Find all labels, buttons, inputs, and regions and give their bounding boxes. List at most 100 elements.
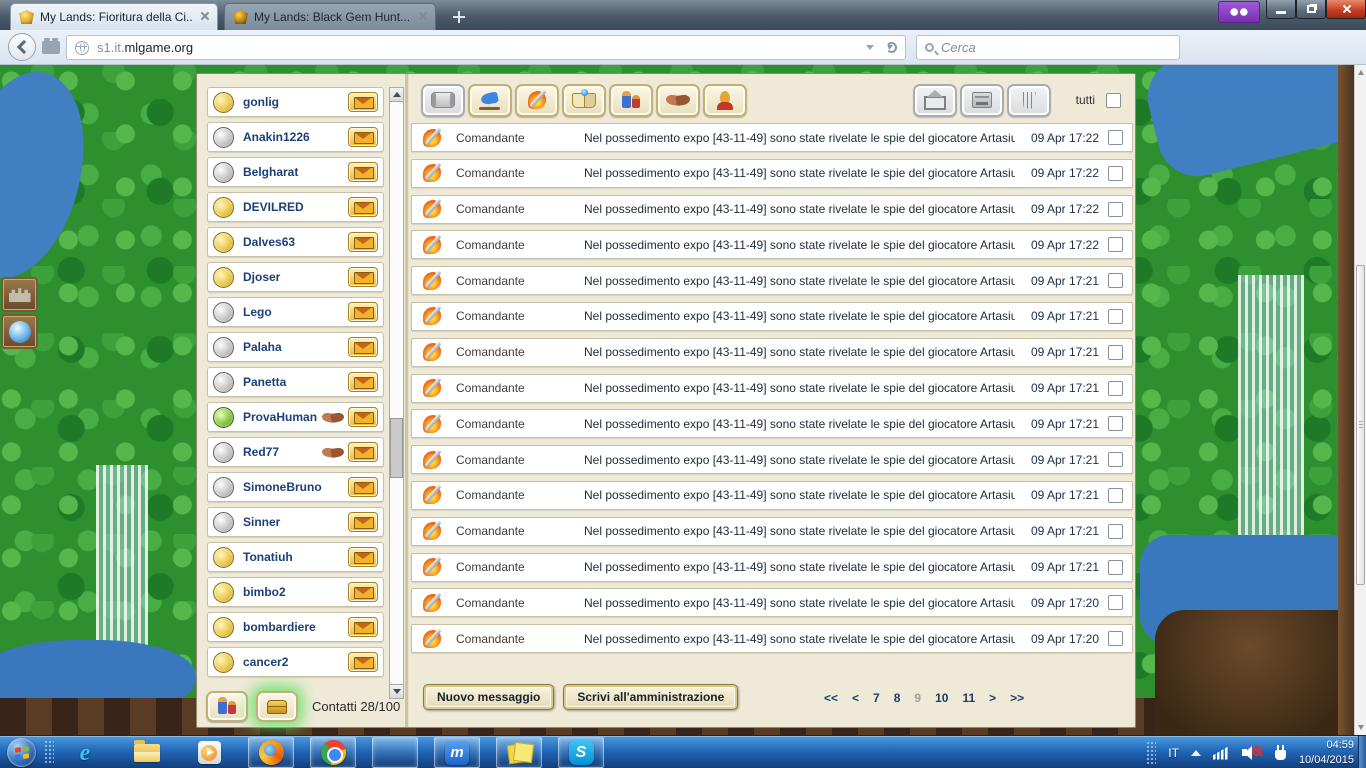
search-input[interactable] — [941, 40, 1141, 55]
hidden-icons-arrow[interactable] — [1191, 750, 1201, 756]
contact-row[interactable]: cancer2 — [207, 647, 384, 677]
tab-mylands-fioritura[interactable]: My Lands: Fioritura della Ci... — [10, 3, 218, 30]
message-checkbox[interactable] — [1108, 381, 1123, 396]
back-button[interactable] — [8, 33, 36, 61]
commander-button[interactable] — [703, 84, 747, 117]
power-plug-icon[interactable] — [1274, 745, 1287, 761]
contacts-people-button[interactable] — [206, 691, 248, 722]
scroll-up-button[interactable] — [390, 88, 403, 102]
send-message-button[interactable] — [348, 442, 378, 462]
contacts-scrollbar[interactable] — [389, 87, 404, 699]
send-message-button[interactable] — [348, 267, 378, 287]
scroll-down-button[interactable] — [1356, 721, 1366, 734]
message-row[interactable]: ComandanteNel possedimento expo [43-11-4… — [411, 302, 1133, 331]
population-button[interactable] — [609, 84, 653, 117]
search-bar[interactable] — [916, 35, 1180, 60]
network-signal-icon[interactable] — [1213, 746, 1230, 760]
taskbar-skype[interactable]: S — [558, 737, 604, 768]
message-row[interactable]: ComandanteNel possedimento expo [43-11-4… — [411, 517, 1133, 546]
message-row[interactable]: ComandanteNel possedimento expo [43-11-4… — [411, 266, 1133, 295]
page-8[interactable]: 8 — [894, 691, 901, 705]
message-row[interactable]: ComandanteNel possedimento expo [43-11-4… — [411, 374, 1133, 403]
send-message-button[interactable] — [348, 407, 378, 427]
language-indicator[interactable]: IT — [1168, 746, 1179, 760]
message-row[interactable]: ComandanteNel possedimento expo [43-11-4… — [411, 409, 1133, 438]
message-checkbox[interactable] — [1108, 345, 1123, 360]
url-bar[interactable]: s1.it. mlgame.org — [66, 35, 906, 60]
send-message-button[interactable] — [348, 652, 378, 672]
reports-scroll-button[interactable] — [421, 84, 465, 117]
taskbar-ie[interactable]: e — [62, 737, 108, 768]
select-all-checkbox[interactable] — [1106, 93, 1121, 108]
taskbar-firefox[interactable] — [248, 737, 294, 768]
send-message-button[interactable] — [348, 582, 378, 602]
battle-sword-button[interactable] — [515, 84, 559, 117]
tab-close-icon[interactable] — [199, 10, 209, 24]
taskbar-wmp[interactable] — [186, 737, 232, 768]
mark-read-envelope-button[interactable] — [913, 84, 957, 117]
window-minimize-button[interactable] — [1266, 0, 1296, 19]
message-checkbox[interactable] — [1108, 524, 1123, 539]
contact-row[interactable]: ProvaHuman — [207, 402, 384, 432]
map-castle-button[interactable] — [1, 277, 38, 312]
contact-row[interactable]: gonlig — [207, 87, 384, 117]
send-message-button[interactable] — [348, 477, 378, 497]
scroll-up-button[interactable] — [1356, 66, 1366, 79]
message-checkbox[interactable] — [1108, 488, 1123, 503]
tab-mylands-blackgem[interactable]: My Lands: Black Gem Hunt... — [224, 3, 436, 30]
page-prev[interactable]: < — [852, 691, 859, 705]
contact-row[interactable]: Tonatiuh — [207, 542, 384, 572]
diplomacy-handshake-button[interactable] — [656, 84, 700, 117]
contact-row[interactable]: DEVILRED — [207, 192, 384, 222]
contact-row[interactable]: Palaha — [207, 332, 384, 362]
new-tab-button[interactable] — [446, 7, 472, 27]
messenger-bird-button[interactable] — [468, 84, 512, 117]
contact-row[interactable]: Anakin1226 — [207, 122, 384, 152]
page-prevprev[interactable]: << — [824, 691, 838, 705]
contact-row[interactable]: Djoser — [207, 262, 384, 292]
contact-row[interactable]: Dalves63 — [207, 227, 384, 257]
message-checkbox[interactable] — [1108, 202, 1123, 217]
message-checkbox[interactable] — [1108, 560, 1123, 575]
contact-row[interactable]: Red77 — [207, 437, 384, 467]
volume-muted-icon[interactable] — [1242, 745, 1262, 761]
browser-scrollbar[interactable] — [1354, 65, 1366, 735]
send-message-button[interactable] — [348, 337, 378, 357]
message-row[interactable]: ComandanteNel possedimento expo [43-11-4… — [411, 624, 1133, 653]
message-row[interactable]: ComandanteNel possedimento expo [43-11-4… — [411, 195, 1133, 224]
taskbar-explorer[interactable] — [124, 737, 170, 768]
page-9[interactable]: 9 — [914, 691, 921, 705]
message-checkbox[interactable] — [1108, 595, 1123, 610]
message-row[interactable]: ComandanteNel possedimento expo [43-11-4… — [411, 338, 1133, 367]
taskbar-flstudio[interactable] — [372, 737, 418, 768]
send-message-button[interactable] — [348, 92, 378, 112]
page-next[interactable]: > — [989, 691, 996, 705]
message-checkbox[interactable] — [1108, 130, 1123, 145]
contact-row[interactable]: SimoneBruno — [207, 472, 384, 502]
send-message-button[interactable] — [348, 127, 378, 147]
taskbar-notes[interactable] — [496, 737, 542, 768]
message-row[interactable]: ComandanteNel possedimento expo [43-11-4… — [411, 445, 1133, 474]
message-checkbox[interactable] — [1108, 631, 1123, 646]
scrollbar-thumb[interactable] — [1356, 265, 1365, 585]
show-desktop-button[interactable] — [1358, 736, 1366, 768]
session-history-icon[interactable] — [42, 41, 60, 54]
message-checkbox[interactable] — [1108, 273, 1123, 288]
message-checkbox[interactable] — [1108, 416, 1123, 431]
message-row[interactable]: ComandanteNel possedimento expo [43-11-4… — [411, 230, 1133, 259]
send-message-button[interactable] — [348, 617, 378, 637]
message-row[interactable]: ComandanteNel possedimento expo [43-11-4… — [411, 588, 1133, 617]
message-checkbox[interactable] — [1108, 452, 1123, 467]
start-button[interactable] — [7, 738, 36, 767]
message-row[interactable]: ComandanteNel possedimento expo [43-11-4… — [411, 553, 1133, 582]
send-message-button[interactable] — [348, 512, 378, 532]
message-row[interactable]: ComandanteNel possedimento expo [43-11-4… — [411, 123, 1133, 152]
contacts-chest-button[interactable] — [256, 691, 298, 722]
write-admin-button[interactable]: Scrivi all'amministrazione — [563, 684, 738, 710]
contact-row[interactable]: bimbo2 — [207, 577, 384, 607]
message-checkbox[interactable] — [1108, 309, 1123, 324]
taskbar-chrome[interactable] — [310, 737, 356, 768]
window-close-button[interactable] — [1326, 0, 1366, 19]
page-7[interactable]: 7 — [873, 691, 880, 705]
page-nextnext[interactable]: >> — [1010, 691, 1024, 705]
